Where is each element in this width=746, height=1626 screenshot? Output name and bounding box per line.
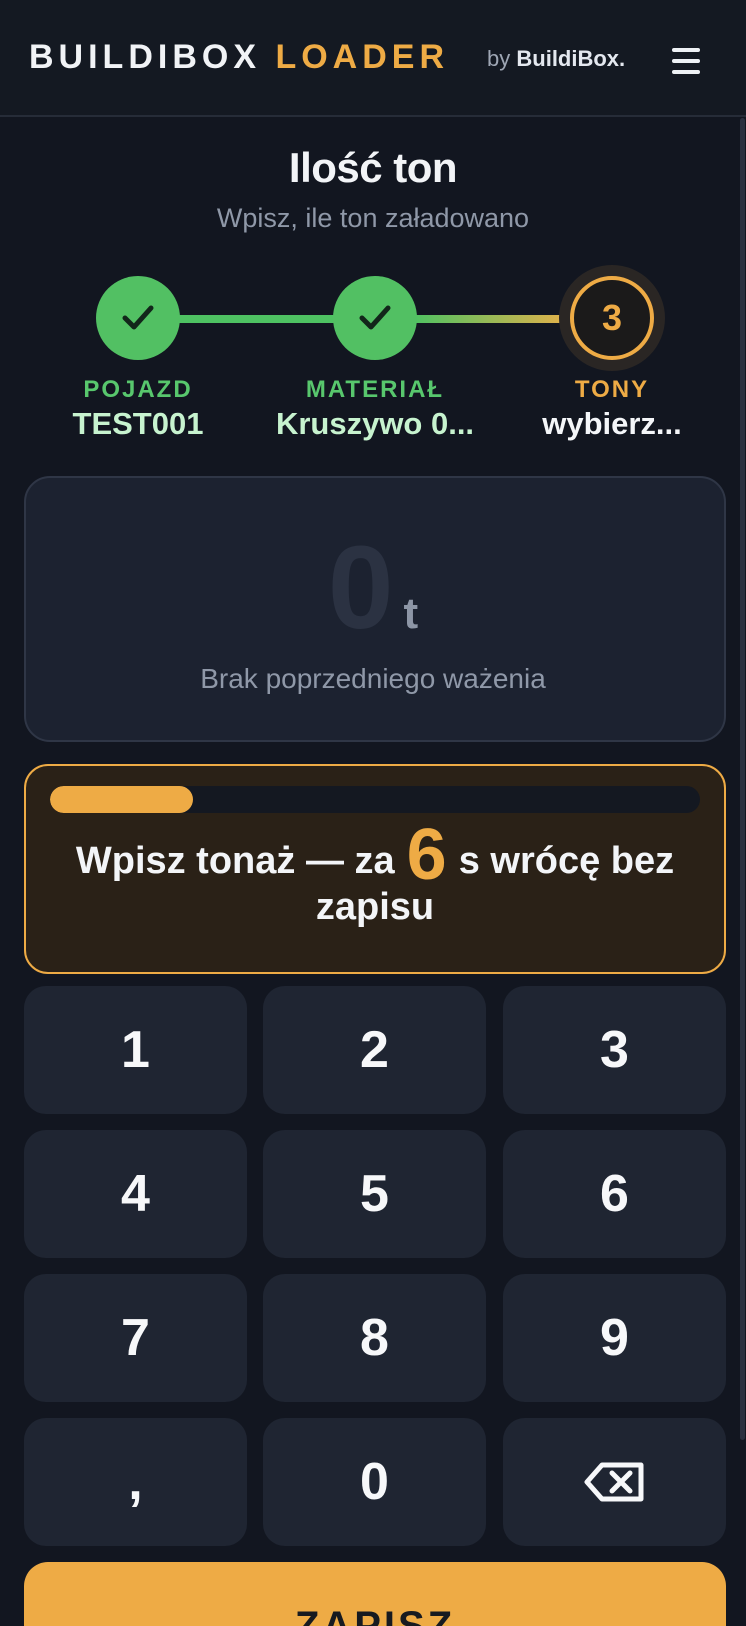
key-label: 0	[360, 1453, 389, 1511]
vendor-prefix: by	[487, 46, 511, 71]
keypad-backspace-button[interactable]	[503, 1418, 726, 1546]
check-icon	[122, 305, 154, 330]
step-material-circle[interactable]	[333, 276, 417, 360]
keypad-key-9[interactable]: 9	[503, 1274, 726, 1402]
app-header: BUILDIBOX LOADER by BuildiBox.	[0, 0, 746, 117]
keypad-key-7[interactable]: 7	[24, 1274, 247, 1402]
step-vehicle-circle[interactable]	[96, 276, 180, 360]
keypad-key-2[interactable]: 2	[263, 986, 486, 1114]
step-number: 3	[601, 297, 623, 338]
vendor-credit: by BuildiBox.	[487, 46, 625, 72]
timeout-progress-fill	[50, 786, 193, 813]
brand-primary: BUILDIBOX	[29, 38, 261, 76]
key-label: 3	[600, 1021, 629, 1079]
key-label: 6	[600, 1165, 629, 1223]
keypad-key-0[interactable]: 0	[263, 1418, 486, 1546]
keypad-key-3[interactable]: 3	[503, 986, 726, 1114]
hamburger-menu-icon[interactable]	[672, 48, 702, 74]
step-value-vehicle: TEST001	[72, 406, 204, 441]
key-label: 7	[121, 1309, 150, 1367]
save-button-label: ZAPISZ	[294, 1604, 456, 1626]
step-label-vehicle: POJAZD	[83, 376, 193, 403]
tonnage-value: 0	[327, 522, 394, 654]
key-label: 5	[360, 1165, 389, 1223]
brand-logo: BUILDIBOX LOADER	[29, 38, 449, 77]
timeout-text-before: Wpisz tonaż — za	[75, 840, 395, 882]
backspace-icon	[584, 1462, 643, 1502]
key-label: 1	[121, 1021, 150, 1079]
previous-weighing-note: Brak poprzedniego ważenia	[200, 663, 546, 694]
brand-accent: LOADER	[275, 38, 450, 76]
key-label: 8	[360, 1309, 389, 1367]
key-label: 4	[121, 1165, 150, 1223]
keypad-key-5[interactable]: 5	[263, 1130, 486, 1258]
timeout-seconds: 6	[406, 815, 447, 895]
timeout-message: Wpisz tonaż — za 6 s wrócę bez zapisu	[44, 819, 706, 930]
keypad-key-1[interactable]: 1	[24, 986, 247, 1114]
key-label: 9	[600, 1309, 629, 1367]
tonnage-unit: t	[403, 589, 419, 638]
step-label-material: MATERIAŁ	[305, 376, 445, 403]
keypad-key-8[interactable]: 8	[263, 1274, 486, 1402]
key-label: 2	[360, 1021, 389, 1079]
step-label-tons: TONY	[574, 376, 650, 403]
page-title: Ilość ton	[288, 144, 458, 191]
key-label: ,	[128, 1453, 143, 1511]
keypad-key-comma[interactable]: ,	[24, 1418, 247, 1546]
page-subtitle: Wpisz, ile ton załadowano	[216, 203, 530, 233]
keypad-key-6[interactable]: 6	[503, 1130, 726, 1258]
page-scrollbar[interactable]	[740, 118, 745, 1440]
step-value-tons: wybierz...	[542, 406, 682, 441]
step-value-material: Kruszywo 0...	[275, 406, 475, 441]
vendor-name: BuildiBox.	[516, 46, 626, 71]
save-button[interactable]: ZAPISZ	[24, 1562, 726, 1626]
step-tons-circle[interactable]: 3	[570, 276, 654, 360]
tonnage-display: 0t	[0, 520, 746, 656]
keypad-key-4[interactable]: 4	[24, 1130, 247, 1258]
app-screen: BUILDIBOX LOADER by BuildiBox. Ilość ton…	[0, 0, 746, 1626]
check-icon	[359, 305, 391, 330]
stepper-connector-1	[175, 315, 335, 323]
timeout-progress-bar	[50, 786, 700, 813]
stepper-connector-2	[413, 315, 573, 323]
